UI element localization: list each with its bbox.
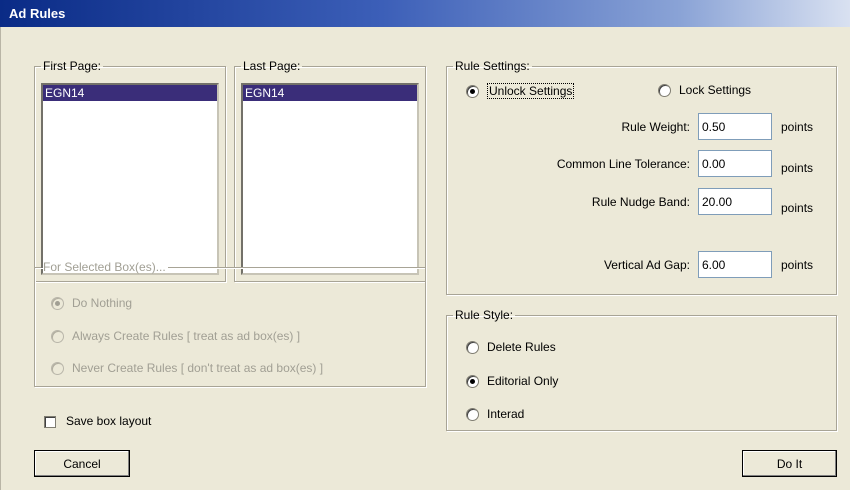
common-line-tolerance-unit: points — [781, 161, 814, 175]
radio-icon — [658, 83, 671, 97]
do-it-button[interactable]: Do It — [742, 450, 837, 477]
rule-nudge-band-unit: points — [781, 201, 814, 215]
rule-nudge-band-label: Rule Nudge Band: — [591, 195, 690, 209]
radio-icon — [466, 340, 479, 354]
editorial-only-radio[interactable]: Editorial Only — [466, 374, 558, 388]
lock-settings-label: Lock Settings — [679, 83, 752, 97]
window-title: Ad Rules — [9, 6, 66, 21]
rule-style-group: Rule Style: Delete Rules Editorial Only … — [446, 308, 837, 431]
always-create-rules-label: Always Create Rules [ treat as ad box(es… — [72, 329, 301, 343]
editorial-only-label: Editorial Only — [487, 374, 559, 388]
do-nothing-radio: Do Nothing — [51, 296, 132, 310]
rule-nudge-band-input[interactable] — [698, 188, 772, 215]
radio-icon — [466, 84, 479, 98]
common-line-tolerance-label: Common Line Tolerance: — [556, 157, 690, 171]
radio-icon — [466, 407, 479, 421]
selected-box-label: For Selected Box(es)... — [43, 260, 166, 274]
rule-style-label: Rule Style: — [455, 308, 514, 322]
selected-box-group: For Selected Box(es)... Do Nothing Alway… — [34, 260, 426, 387]
last-page-label: Last Page: — [243, 59, 301, 73]
first-page-group: First Page: EGN14 — [34, 59, 226, 282]
save-box-layout-label: Save box layout — [66, 414, 152, 428]
rule-weight-unit: points — [781, 120, 814, 134]
save-box-layout-checkbox[interactable] — [44, 416, 56, 428]
rule-weight-label: Rule Weight: — [621, 120, 690, 134]
cancel-button[interactable]: Cancel — [34, 450, 130, 477]
radio-icon — [51, 296, 64, 310]
unlock-settings-radio[interactable]: Unlock Settings — [466, 83, 575, 99]
never-create-rules-label: Never Create Rules [ don't treat as ad b… — [72, 361, 324, 375]
never-create-rules-radio: Never Create Rules [ don't treat as ad b… — [51, 361, 323, 375]
last-page-group: Last Page: EGN14 — [234, 59, 426, 282]
common-line-tolerance-input[interactable] — [698, 150, 772, 177]
radio-icon — [51, 361, 64, 375]
last-page-list[interactable]: EGN14 — [241, 83, 419, 275]
interad-label: Interad — [487, 407, 525, 421]
always-create-rules-radio: Always Create Rules [ treat as ad box(es… — [51, 329, 300, 343]
first-page-list[interactable]: EGN14 — [41, 83, 219, 275]
title-bar: Ad Rules — [0, 0, 850, 27]
radio-icon — [51, 329, 64, 343]
rule-settings-label: Rule Settings: — [455, 59, 530, 73]
delete-rules-radio[interactable]: Delete Rules — [466, 340, 556, 354]
rule-settings-group: Rule Settings: Unlock Settings Lock Sett… — [446, 59, 837, 295]
first-page-label: First Page: — [43, 59, 102, 73]
radio-icon — [466, 374, 479, 388]
vertical-ad-gap-input[interactable] — [698, 251, 772, 278]
interad-radio[interactable]: Interad — [466, 407, 524, 421]
delete-rules-label: Delete Rules — [487, 340, 556, 354]
rule-weight-input[interactable] — [698, 113, 772, 140]
last-page-item-egn14[interactable]: EGN14 — [243, 85, 417, 101]
unlock-settings-label: Unlock Settings — [487, 83, 575, 99]
vertical-ad-gap-unit: points — [781, 258, 814, 272]
first-page-item-egn14[interactable]: EGN14 — [43, 85, 217, 101]
lock-settings-radio[interactable]: Lock Settings — [658, 83, 751, 97]
do-nothing-label: Do Nothing — [72, 296, 133, 310]
vertical-ad-gap-label: Vertical Ad Gap: — [603, 258, 690, 272]
ad-rules-dialog: First Page: EGN14 Last Page: EGN14 For S… — [0, 27, 850, 490]
